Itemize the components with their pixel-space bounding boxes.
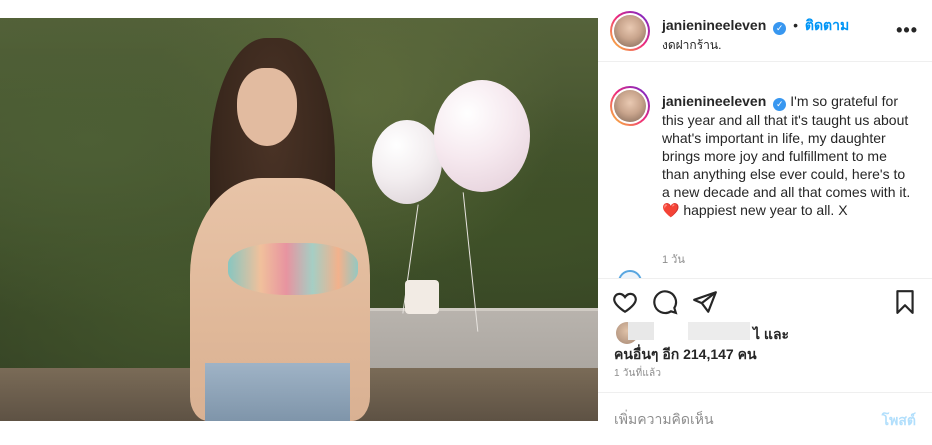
more-options-icon[interactable]: ••• xyxy=(896,20,918,41)
author-avatar[interactable] xyxy=(610,11,650,51)
post-side-panel: janienineeleven ✓ • ติดตาม งดฝากร้าน. ••… xyxy=(598,0,932,445)
next-comment-avatar[interactable] xyxy=(618,270,642,278)
redacted-username xyxy=(688,322,750,340)
redacted-username xyxy=(628,322,654,340)
bookmark-icon[interactable] xyxy=(892,289,920,317)
photo-person-face xyxy=(237,68,297,146)
photo-bikini xyxy=(228,243,358,295)
posted-timestamp[interactable]: 1 วันที่แล้ว xyxy=(614,366,661,381)
follow-button[interactable]: ติดตาม xyxy=(805,17,849,33)
likes-text-line1[interactable]: ไ และ xyxy=(753,324,789,346)
header-separator: • xyxy=(793,17,798,33)
send-icon[interactable] xyxy=(692,289,720,317)
author-username[interactable]: janienineeleven xyxy=(662,17,766,33)
likes-count[interactable]: คนอื่นๆ อีก 214,147 คน xyxy=(614,344,757,366)
add-comment-bar: โพสต์ xyxy=(598,392,932,445)
caption-username[interactable]: janienineeleven xyxy=(662,93,766,109)
verified-badge-icon: ✓ xyxy=(773,98,787,111)
balloon-small xyxy=(372,120,442,204)
caption-time-ago[interactable]: 1 วัน xyxy=(662,250,685,268)
photo-jeans xyxy=(205,363,350,421)
author-name-row: janienineeleven ✓ • ติดตาม xyxy=(662,15,849,37)
heart-emoji-icon: ❤️ xyxy=(662,202,680,218)
comments-area[interactable]: janienineeleven ✓ I'm so grateful for this… xyxy=(598,62,932,278)
caption-text-tail: happiest new year to all. X xyxy=(679,202,848,218)
heart-icon[interactable] xyxy=(612,289,640,317)
likes-section: ไ และ คนอื่นๆ อีก 214,147 คน xyxy=(598,318,932,364)
author-avatar-image xyxy=(614,15,646,47)
comment-input[interactable] xyxy=(614,407,854,431)
post-photo[interactable] xyxy=(0,18,598,421)
post-location[interactable]: งดฝากร้าน. xyxy=(662,36,721,55)
balloon-large xyxy=(434,80,530,192)
post-header: janienineeleven ✓ • ติดตาม งดฝากร้าน. ••… xyxy=(598,0,932,62)
verified-badge-icon: ✓ xyxy=(773,22,787,35)
comment-icon[interactable] xyxy=(652,289,680,317)
caption-text: I'm so grateful for this year and all th… xyxy=(662,93,911,200)
post-comment-button[interactable]: โพสต์ xyxy=(882,410,916,432)
caption-author-avatar[interactable] xyxy=(610,86,650,126)
caption-avatar-image xyxy=(614,90,646,122)
photo-cake xyxy=(405,280,439,314)
post-caption: janienineeleven ✓ I'm so grateful for this… xyxy=(662,92,912,219)
